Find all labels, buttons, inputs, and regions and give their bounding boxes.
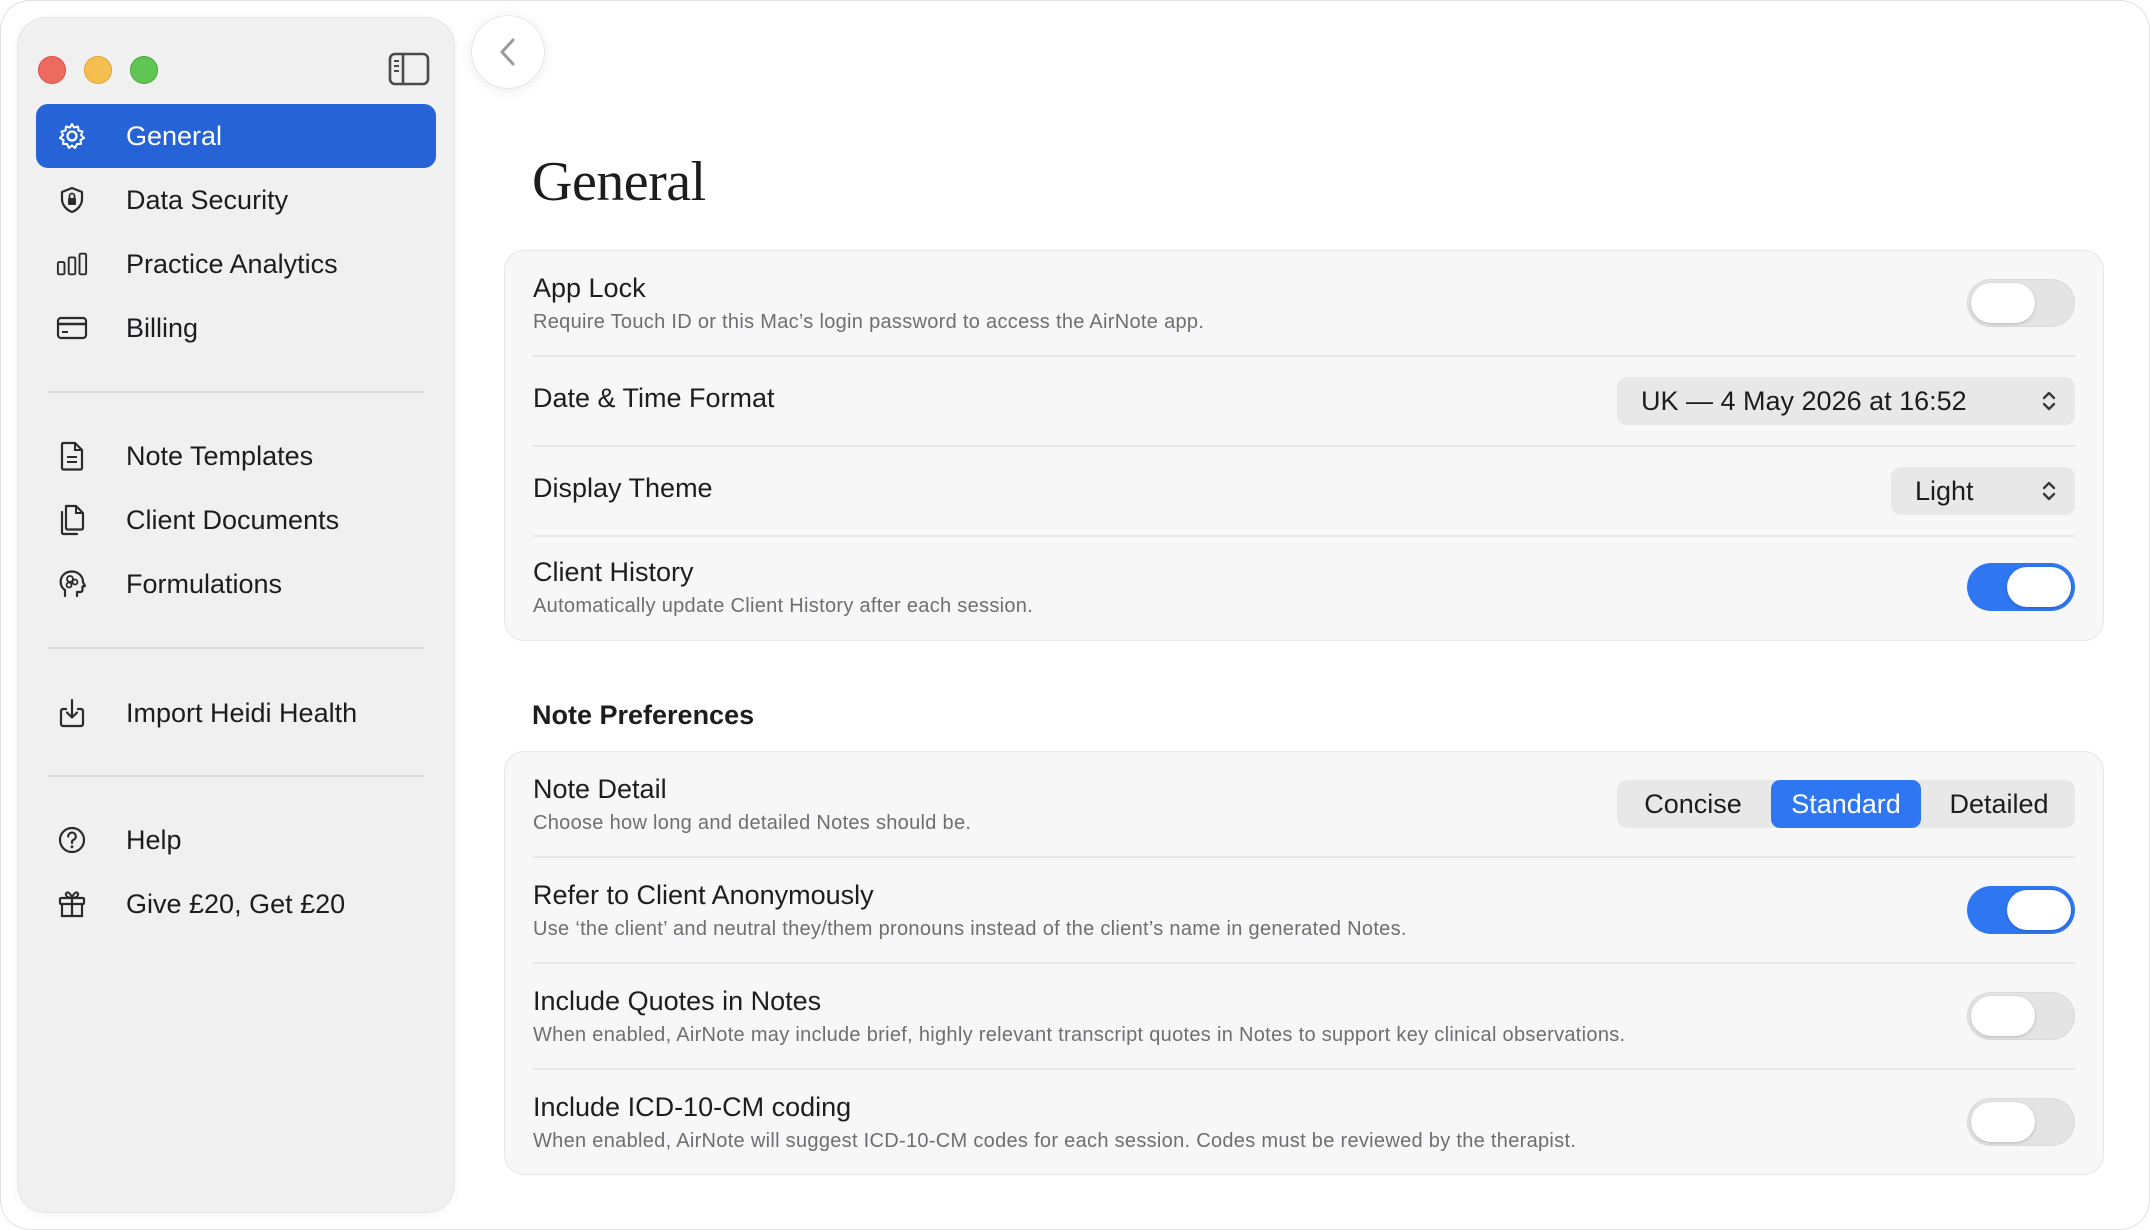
icd-row: Include ICD-10-CM coding When enabled, A…: [533, 1068, 2075, 1174]
sidebar-item-label: Formulations: [126, 568, 283, 599]
sidebar-item-label: Import Heidi Health: [126, 697, 358, 728]
note-preferences-heading: Note Preferences: [532, 700, 755, 730]
sidebar-item-label: Client Documents: [126, 504, 340, 535]
sidebar-item-import-heidi-health[interactable]: Import Heidi Health: [36, 681, 436, 745]
sidebar-item-label: Billing: [126, 312, 199, 343]
help-icon: [56, 824, 88, 856]
sidebar-item-label: Note Templates: [126, 440, 314, 471]
sidebar-item-data-security[interactable]: Data Security: [36, 168, 436, 232]
icd-title: Include ICD-10-CM coding: [533, 1092, 852, 1122]
gear-icon: [56, 120, 88, 152]
note-detail-option-standard[interactable]: Standard: [1771, 780, 1921, 828]
bar-chart-icon: [56, 248, 88, 280]
sidebar-item-label: General: [126, 120, 223, 151]
credit-card-icon: [56, 312, 88, 344]
sidebar-divider: [48, 391, 424, 393]
back-button[interactable]: [472, 16, 544, 88]
sidebar-item-label: Give £20, Get £20: [126, 888, 346, 919]
chevron-left-icon: [500, 38, 515, 66]
sidebar-item-note-templates[interactable]: Note Templates: [36, 424, 436, 488]
note-detail-segmented-control: Concise Standard Detailed: [1617, 780, 2075, 828]
import-icon: [56, 697, 88, 729]
documents-icon: [56, 504, 88, 536]
minimize-window-button[interactable]: [84, 56, 112, 84]
quotes-title: Include Quotes in Notes: [533, 986, 822, 1016]
general-settings-card: App Lock Require Touch ID or this Mac’s …: [504, 250, 2104, 641]
close-window-button[interactable]: [38, 56, 66, 84]
head-icon: [56, 568, 88, 600]
quotes-description: When enabled, AirNote may include brief,…: [533, 1024, 1626, 1046]
note-detail-title: Note Detail: [533, 774, 667, 804]
display-theme-row: Display Theme Light: [533, 445, 2075, 537]
app-lock-title: App Lock: [533, 273, 646, 303]
date-time-format-title: Date & Time Format: [533, 383, 775, 413]
note-detail-option-detailed[interactable]: Detailed: [1923, 780, 2075, 828]
sidebar-item-client-documents[interactable]: Client Documents: [36, 488, 436, 552]
anonymous-toggle[interactable]: [1967, 886, 2075, 934]
date-time-format-value: UK — 4 May 2026 at 16:52: [1641, 385, 1967, 416]
sidebar-item-billing[interactable]: Billing: [36, 296, 436, 360]
sidebar-item-label: Data Security: [126, 184, 289, 215]
client-history-title: Client History: [533, 557, 694, 587]
icd-toggle[interactable]: [1967, 1098, 2075, 1146]
zoom-window-button[interactable]: [130, 56, 158, 84]
sidebar-item-formulations[interactable]: Formulations: [36, 552, 436, 616]
display-theme-title: Display Theme: [533, 473, 713, 503]
sidebar-item-general[interactable]: General: [36, 104, 436, 168]
client-history-toggle[interactable]: [1967, 563, 2075, 611]
sidebar-item-help[interactable]: Help: [36, 808, 436, 872]
sidebar-item-referral[interactable]: Give £20, Get £20: [36, 872, 436, 936]
page-title: General: [532, 151, 706, 213]
sidebar-divider: [48, 775, 424, 777]
icd-description: When enabled, AirNote will suggest ICD-1…: [533, 1130, 1577, 1152]
sidebar-toggle-icon[interactable]: [388, 52, 430, 86]
sidebar: General Data Security Practice Analytics…: [18, 18, 454, 1212]
sidebar-item-practice-analytics[interactable]: Practice Analytics: [36, 232, 436, 296]
client-history-row: Client History Automatically update Clie…: [533, 535, 2075, 639]
sidebar-item-label: Practice Analytics: [126, 248, 338, 279]
quotes-row: Include Quotes in Notes When enabled, Ai…: [533, 962, 2075, 1070]
anonymous-description: Use ‘the client’ and neutral they/them p…: [533, 918, 1407, 940]
note-preferences-card: Note Detail Choose how long and detailed…: [504, 751, 2104, 1175]
document-icon: [56, 440, 88, 472]
note-detail-option-concise[interactable]: Concise: [1617, 780, 1769, 828]
sidebar-divider: [48, 647, 424, 649]
up-down-chevron-icon: [2042, 391, 2056, 411]
anonymous-row: Refer to Client Anonymously Use ‘the cli…: [533, 856, 2075, 964]
app-lock-description: Require Touch ID or this Mac’s login pas…: [533, 311, 1205, 333]
quotes-toggle[interactable]: [1967, 992, 2075, 1040]
sidebar-item-label: Help: [126, 824, 182, 855]
display-theme-value: Light: [1915, 475, 1974, 506]
date-time-format-row: Date & Time Format UK — 4 May 2026 at 16…: [533, 355, 2075, 447]
up-down-chevron-icon: [2042, 481, 2056, 501]
app-window: General Data Security Practice Analytics…: [0, 0, 2150, 1230]
note-detail-description: Choose how long and detailed Notes shoul…: [533, 812, 972, 834]
app-lock-row: App Lock Require Touch ID or this Mac’s …: [533, 251, 2075, 357]
gift-icon: [56, 888, 88, 920]
date-time-format-select[interactable]: UK — 4 May 2026 at 16:52: [1617, 377, 2075, 425]
anonymous-title: Refer to Client Anonymously: [533, 880, 874, 910]
display-theme-select[interactable]: Light: [1891, 467, 2075, 515]
app-lock-toggle[interactable]: [1967, 279, 2075, 327]
note-detail-row: Note Detail Choose how long and detailed…: [533, 752, 2075, 858]
shield-icon: [56, 184, 88, 216]
client-history-description: Automatically update Client History afte…: [533, 595, 1034, 617]
